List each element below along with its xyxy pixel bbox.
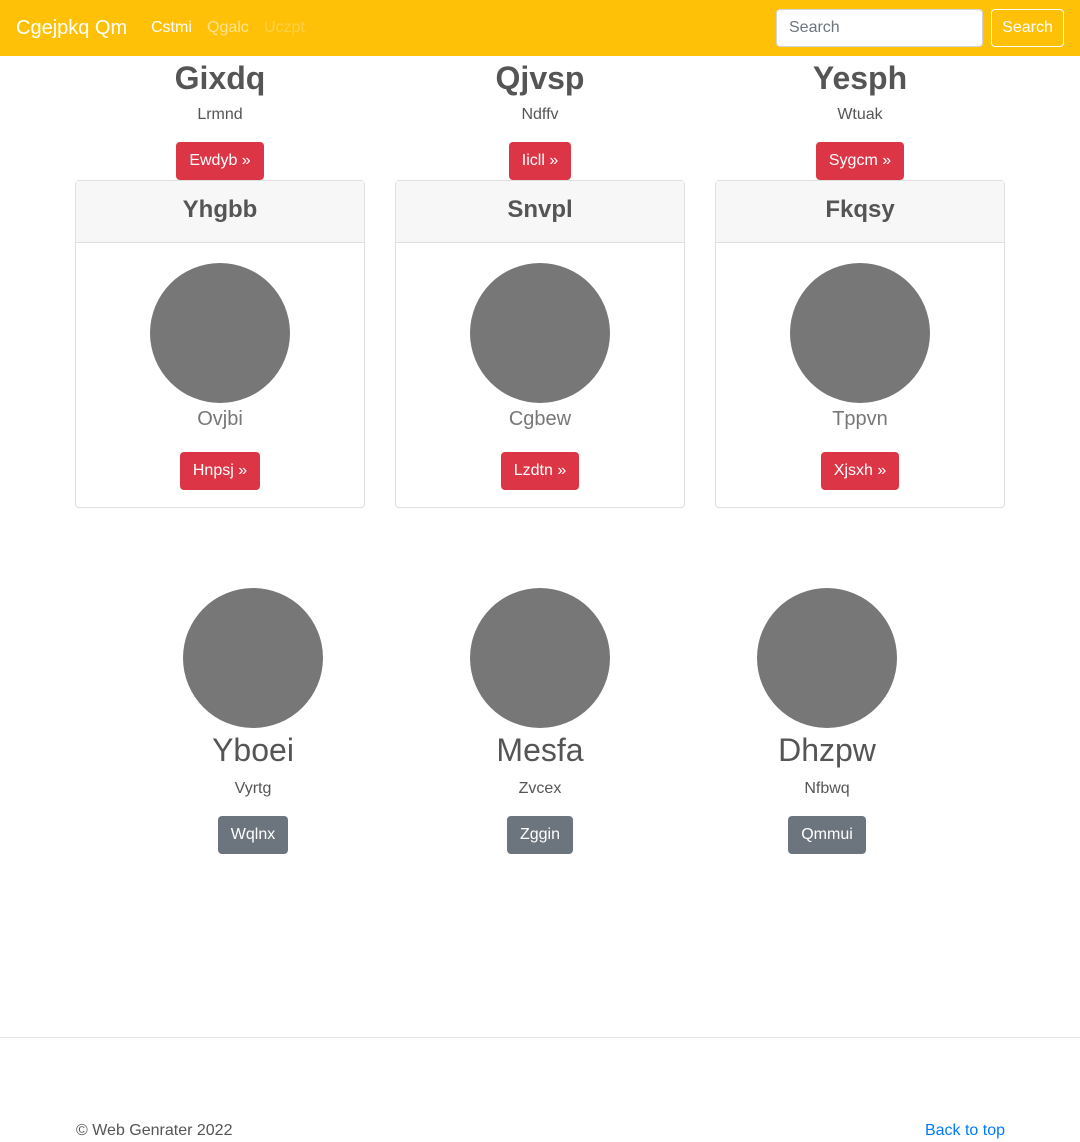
placeholder-image xyxy=(150,263,290,403)
back-to-top-link[interactable]: Back to top xyxy=(925,1121,1005,1141)
feature-column: Yboei Vyrtg Wqlnx xyxy=(123,588,383,854)
heading-subtitle: Lrmnd xyxy=(197,106,243,123)
feature-button[interactable]: Qmmui xyxy=(788,816,866,854)
feature-subtitle: Nfbwq xyxy=(804,780,850,797)
feature-button[interactable]: Zggin xyxy=(506,816,574,854)
footer-divider xyxy=(0,1037,1080,1038)
card-header: Fkqsy xyxy=(716,181,1004,243)
heading-column: Gixdq Lrmnd Ewdyb » xyxy=(75,58,365,180)
heading-button[interactable]: Ewdyb » xyxy=(176,142,264,180)
heading-subtitle: Ndffv xyxy=(521,106,559,123)
search-input[interactable] xyxy=(776,9,983,47)
placeholder-image xyxy=(470,588,610,728)
card-caption: Cgbew xyxy=(508,408,572,430)
placeholder-image xyxy=(183,588,323,728)
feature-subtitle: Zvcex xyxy=(518,780,562,797)
card-button[interactable]: Hnpsj » xyxy=(179,452,261,490)
placeholder-image xyxy=(757,588,897,728)
profile-card: Snvpl Cgbew Lzdtn » xyxy=(395,180,685,508)
nav-link-qgalc[interactable]: Qgalc xyxy=(207,18,249,38)
feature-title: Dhzpw xyxy=(778,732,876,768)
heading-button[interactable]: Sygcm » xyxy=(815,142,905,180)
heading-title: Gixdq xyxy=(174,60,266,96)
placeholder-image xyxy=(470,263,610,403)
heading-title: Yesph xyxy=(812,60,908,96)
card-header: Yhgbb xyxy=(76,181,364,243)
card-header: Snvpl xyxy=(396,181,684,243)
feature-title: Mesfa xyxy=(496,732,584,768)
copyright-text: © Web Genrater 2022 xyxy=(76,1122,233,1139)
heading-column: Qjvsp Ndffv Iicll » xyxy=(395,58,685,180)
navbar: Cgejpkq Qm Cstmi Qgalc Uczpt Search xyxy=(0,0,1080,56)
feature-column: Dhzpw Nfbwq Qmmui xyxy=(697,588,957,854)
card-button[interactable]: Lzdtn » xyxy=(500,452,580,490)
nav-link-uczpt[interactable]: Uczpt xyxy=(264,18,305,38)
nav-link-cstmi[interactable]: Cstmi xyxy=(151,18,192,38)
feature-title: Yboei xyxy=(212,732,294,768)
profile-card: Fkqsy Tppvn Xjsxh » xyxy=(715,180,1005,508)
feature-column: Mesfa Zvcex Zggin xyxy=(410,588,670,854)
profile-card: Yhgbb Ovjbi Hnpsj » xyxy=(75,180,365,508)
heading-subtitle: Wtuak xyxy=(837,106,883,123)
feature-button[interactable]: Wqlnx xyxy=(217,816,289,854)
card-button[interactable]: Xjsxh » xyxy=(820,452,900,490)
heading-title: Qjvsp xyxy=(495,60,585,96)
heading-button[interactable]: Iicll » xyxy=(508,142,572,180)
heading-column: Yesph Wtuak Sygcm » xyxy=(715,58,1005,180)
search-button[interactable]: Search xyxy=(991,9,1064,47)
feature-subtitle: Vyrtg xyxy=(234,780,272,797)
card-caption: Ovjbi xyxy=(197,408,243,430)
navbar-brand[interactable]: Cgejpkq Qm xyxy=(16,15,127,41)
card-caption: Tppvn xyxy=(832,408,888,430)
placeholder-image xyxy=(790,263,930,403)
